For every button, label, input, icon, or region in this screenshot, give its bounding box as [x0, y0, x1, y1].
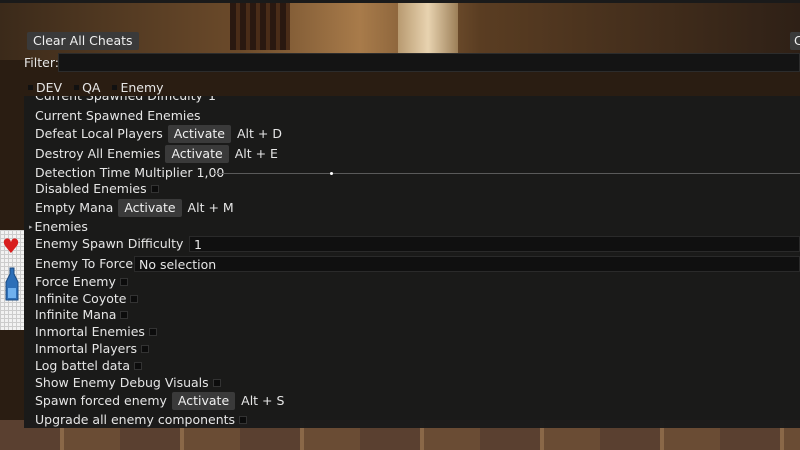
activate-button[interactable]: Activate: [171, 392, 236, 410]
category-tabs: DEV QA Enemy: [28, 78, 176, 96]
cheat-label: Force Enemy: [35, 274, 116, 289]
cheat-row-disabled-enemies: Disabled Enemies: [35, 180, 159, 198]
cheat-label: Upgrade all enemy components: [35, 412, 236, 427]
cheat-row-upgrade-all-enemy-components: Upgrade all enemy components: [35, 411, 248, 428]
tab-dev[interactable]: DEV: [28, 78, 62, 96]
cheat-label: Empty Mana: [35, 200, 114, 215]
tab-qa[interactable]: QA: [74, 78, 100, 96]
filter-label: Filter:: [24, 55, 59, 70]
top-bar: [0, 0, 800, 3]
tab-checkbox[interactable]: [112, 84, 118, 90]
cheat-row-defeat-local-players: Defeat Local Players Activate Alt + D: [35, 125, 282, 143]
checkbox[interactable]: [119, 278, 128, 286]
filter-input[interactable]: [58, 53, 800, 72]
cheat-label: Current Spawned Enemies: [35, 108, 201, 123]
checkbox[interactable]: [141, 345, 149, 353]
enemy-to-force-dropdown[interactable]: No selection: [134, 256, 800, 272]
cheat-row-force-enemy: Force Enemy: [35, 273, 128, 291]
cheat-row-enemy-spawn-difficulty: Enemy Spawn Difficulty 1: [35, 235, 196, 253]
checkbox[interactable]: [212, 379, 221, 387]
cheat-label: Log battel data: [35, 358, 130, 373]
cheat-row-destroy-all-enemies: Destroy All Enemies Activate Alt + E: [35, 145, 278, 163]
cheat-label: Infinite Mana: [35, 307, 117, 322]
background-bookshelf: [230, 0, 290, 50]
potion-icon: [5, 267, 19, 301]
tab-checkbox[interactable]: [74, 84, 80, 90]
side-hud: ♥: [0, 230, 24, 330]
tab-checkbox[interactable]: [28, 84, 33, 90]
cheat-label: Defeat Local Players: [35, 126, 163, 141]
cheat-label: Disabled Enemies: [35, 181, 147, 196]
checkbox[interactable]: [134, 362, 142, 370]
activate-button[interactable]: Activate: [165, 145, 229, 163]
checkbox[interactable]: [148, 328, 157, 336]
checkbox[interactable]: [239, 416, 248, 424]
expand-arrow-icon[interactable]: ▸: [29, 218, 33, 236]
tab-enemy[interactable]: Enemy: [112, 78, 164, 96]
shortcut-label: Alt + D: [236, 126, 282, 141]
cheat-row-log-battel-data: Log battel data: [35, 357, 142, 375]
cheat-row-enemies[interactable]: ▸ Enemies: [29, 218, 88, 236]
cheat-row-infinite-mana: Infinite Mana: [35, 306, 129, 324]
cheat-label: Enemies: [34, 219, 88, 234]
checkbox[interactable]: [120, 311, 129, 319]
filter-row: Filter:: [24, 53, 800, 73]
activate-button[interactable]: Activate: [118, 199, 182, 217]
cheat-label: Show Enemy Debug Visuals: [35, 375, 209, 390]
cheat-row-empty-mana: Empty Mana Activate Alt + M: [35, 199, 234, 217]
clear-all-cheats-button[interactable]: Clear All Cheats: [27, 32, 139, 50]
shortcut-label: Alt + M: [187, 200, 234, 215]
cheat-row-inmortal-enemies: Inmortal Enemies: [35, 323, 157, 341]
shortcut-label: Alt + S: [241, 393, 285, 408]
cheat-label: Current Spawned Difficulty: [35, 96, 203, 105]
background-pillar: [398, 0, 458, 60]
cheat-label: Destroy All Enemies: [35, 146, 161, 161]
cheat-label: Inmortal Enemies: [35, 324, 145, 339]
spawn-difficulty-input[interactable]: 1: [189, 236, 800, 252]
slider-handle[interactable]: [330, 172, 334, 175]
tab-label: QA: [82, 79, 101, 95]
cheat-row-spawn-forced-enemy: Spawn forced enemy Activate Alt + S: [35, 392, 284, 410]
cheat-label: Enemy Spawn Difficulty: [35, 236, 184, 251]
tab-label: DEV: [36, 79, 63, 95]
checkbox[interactable]: [150, 185, 159, 193]
cheat-row-current-spawned-enemies: Current Spawned Enemies: [35, 107, 201, 125]
cheat-value: 1: [208, 96, 216, 105]
corner-button[interactable]: C: [790, 32, 800, 50]
cheat-row-show-enemy-debug-visuals: Show Enemy Debug Visuals: [35, 374, 221, 392]
cheat-label: Spawn forced enemy: [35, 393, 167, 408]
tab-label: Enemy: [120, 79, 164, 95]
checkbox[interactable]: [130, 295, 139, 303]
cheat-row-current-spawned-difficulty: Current Spawned Difficulty 1: [35, 96, 216, 105]
cheat-label: Enemy To Force: [35, 256, 134, 271]
shortcut-label: Alt + E: [234, 146, 278, 161]
cheat-row-inmortal-players: Inmortal Players: [35, 340, 149, 358]
cheat-label: Inmortal Players: [35, 341, 137, 356]
cheat-row-enemy-to-force: Enemy To Force: [35, 255, 133, 273]
activate-button[interactable]: Activate: [167, 125, 231, 143]
cheats-panel[interactable]: Current Spawned Difficulty 1 Current Spa…: [24, 96, 800, 428]
detection-time-slider[interactable]: [214, 173, 800, 174]
heart-icon: ♥: [2, 234, 20, 258]
